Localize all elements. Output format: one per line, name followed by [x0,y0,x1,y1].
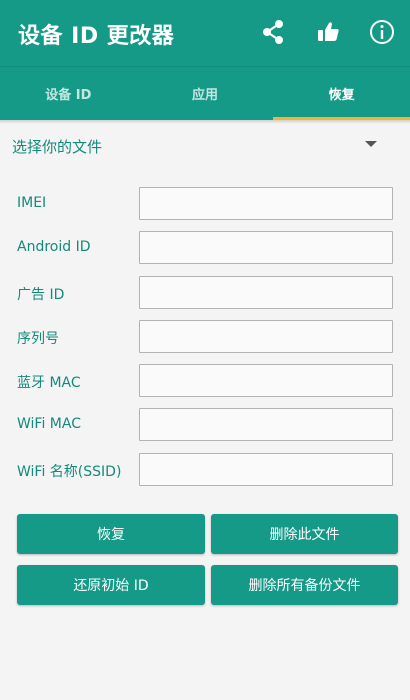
serial-number-label: 序列号 [17,331,59,347]
tab-apps[interactable]: 应用 [137,67,274,120]
dropdown-arrow-icon[interactable] [365,141,377,147]
android-id-label: Android ID [17,239,91,255]
field-android-id: Android ID [0,231,410,265]
wifi-mac-input[interactable] [139,408,393,441]
wifi-mac-label: WiFi MAC [17,416,81,432]
tab-bar: 设备 ID 应用 恢复 [0,66,410,120]
bluetooth-mac-input[interactable] [139,364,393,397]
imei-label: IMEI [17,195,47,211]
delete-all-backups-button[interactable]: 删除所有备份文件 [211,565,398,605]
file-selector[interactable]: 选择你的文件 [0,124,410,166]
info-icon[interactable] [367,17,397,47]
file-selector-label: 选择你的文件 [12,138,103,156]
field-serial-number: 序列号 [0,320,410,354]
field-advertising-id: 广告 ID [0,276,410,310]
field-bluetooth-mac: 蓝牙 MAC [0,364,410,398]
restore-button[interactable]: 恢复 [17,514,205,554]
tab-device-id[interactable]: 设备 ID [0,67,137,120]
thumbs-up-icon[interactable] [313,17,343,47]
restore-original-id-button[interactable]: 还原初始 ID [17,565,205,605]
bluetooth-mac-label: 蓝牙 MAC [17,375,81,391]
field-wifi-mac: WiFi MAC [0,408,410,442]
advertising-id-input[interactable] [139,276,393,309]
app-bar: 设备 ID 更改器 [0,0,410,66]
imei-input[interactable] [139,187,393,220]
wifi-ssid-input[interactable] [139,453,393,486]
wifi-ssid-label: WiFi 名称(SSID) [17,464,122,480]
delete-file-button[interactable]: 删除此文件 [211,514,398,554]
app-title: 设备 ID 更改器 [18,24,175,49]
share-icon[interactable] [258,17,288,47]
field-wifi-ssid: WiFi 名称(SSID) [0,453,410,487]
field-imei: IMEI [0,187,410,221]
android-id-input[interactable] [139,231,393,264]
advertising-id-label: 广告 ID [17,287,65,303]
serial-number-input[interactable] [139,320,393,353]
tab-restore[interactable]: 恢复 [273,67,410,120]
